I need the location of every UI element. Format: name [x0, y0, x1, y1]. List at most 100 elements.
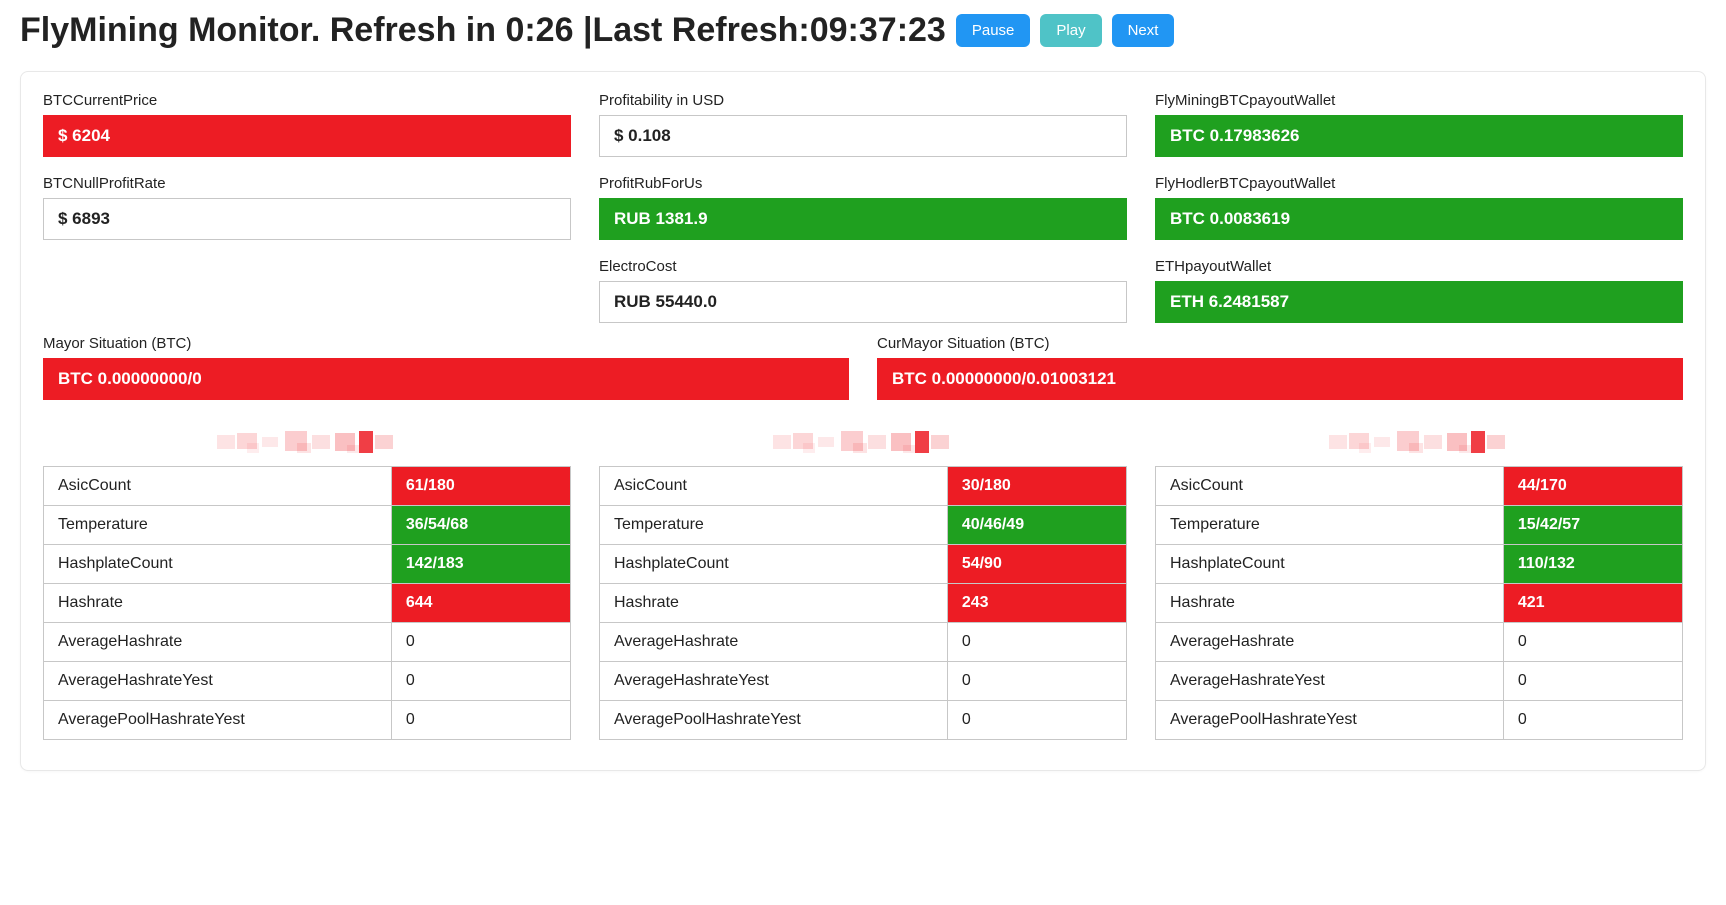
table-row: AsicCount30/180 [600, 466, 1127, 505]
miner-title [43, 428, 571, 456]
play-button[interactable]: Play [1040, 14, 1101, 47]
cur-mayor-situation-label: CurMayor Situation (BTC) [877, 335, 1683, 352]
metric-label: Hashrate [1156, 583, 1504, 622]
metric-value: 15/42/57 [1503, 505, 1682, 544]
metric-value: 44/170 [1503, 466, 1682, 505]
mayor-situation-value: BTC 0.00000000/0 [43, 358, 849, 400]
mayor-grid: Mayor Situation (BTC) BTC 0.00000000/0 C… [43, 335, 1683, 400]
metric-value: 110/132 [1503, 544, 1682, 583]
btc-null-profit-rate-label: BTCNullProfitRate [43, 175, 571, 192]
metric-value: 0 [391, 700, 570, 739]
miner-title [599, 428, 1127, 456]
metric-label: Temperature [1156, 505, 1504, 544]
table-row: HashplateCount142/183 [44, 544, 571, 583]
metric-value: 40/46/49 [947, 505, 1126, 544]
next-button[interactable]: Next [1112, 14, 1175, 47]
table-row: AveragePoolHashrateYest0 [44, 700, 571, 739]
table-row: AsicCount44/170 [1156, 466, 1683, 505]
mayor-situation-label: Mayor Situation (BTC) [43, 335, 849, 352]
table-row: Hashrate243 [600, 583, 1127, 622]
metric-label: AsicCount [1156, 466, 1504, 505]
metric-value: 421 [1503, 583, 1682, 622]
metric-label: AverageHashrateYest [44, 661, 392, 700]
table-row: Temperature40/46/49 [600, 505, 1127, 544]
table-row: AveragePoolHashrateYest0 [1156, 700, 1683, 739]
metric-value: 54/90 [947, 544, 1126, 583]
metric-label: AverageHashrateYest [600, 661, 948, 700]
table-row: Temperature15/42/57 [1156, 505, 1683, 544]
metric-value: 0 [947, 661, 1126, 700]
metric-value: 0 [1503, 622, 1682, 661]
eth-wallet-value: ETH 6.2481587 [1155, 281, 1683, 323]
metric-label: Temperature [600, 505, 948, 544]
metric-label: Temperature [44, 505, 392, 544]
metric-label: Hashrate [600, 583, 948, 622]
miner-grid: AsicCount61/180Temperature36/54/68Hashpl… [43, 428, 1683, 740]
metric-label: AsicCount [44, 466, 392, 505]
table-row: AveragePoolHashrateYest0 [600, 700, 1127, 739]
metric-value: 0 [947, 622, 1126, 661]
flymining-btc-wallet-label: FlyMiningBTCpayoutWallet [1155, 92, 1683, 109]
metric-value: 644 [391, 583, 570, 622]
metric-value: 0 [947, 700, 1126, 739]
miner-table: AsicCount44/170Temperature15/42/57Hashpl… [1155, 466, 1683, 740]
table-row: HashplateCount110/132 [1156, 544, 1683, 583]
metric-label: HashplateCount [1156, 544, 1504, 583]
table-row: AsicCount61/180 [44, 466, 571, 505]
table-row: AverageHashrate0 [44, 622, 571, 661]
redacted-title-icon [1319, 429, 1519, 455]
btc-current-price-value: $ 6204 [43, 115, 571, 157]
table-row: Hashrate421 [1156, 583, 1683, 622]
dashboard-panel: BTCCurrentPrice $ 6204 BTCNullProfitRate… [20, 71, 1706, 771]
btc-null-profit-rate-value: $ 6893 [43, 198, 571, 240]
profitability-usd-value: $ 0.108 [599, 115, 1127, 157]
eth-wallet-label: ETHpayoutWallet [1155, 258, 1683, 275]
metric-label: AveragePoolHashrateYest [600, 700, 948, 739]
electro-cost-value: RUB 55440.0 [599, 281, 1127, 323]
flyhodler-btc-wallet-label: FlyHodlerBTCpayoutWallet [1155, 175, 1683, 192]
redacted-title-icon [207, 429, 407, 455]
miner-table: AsicCount30/180Temperature40/46/49Hashpl… [599, 466, 1127, 740]
metric-value: 142/183 [391, 544, 570, 583]
pause-button[interactable]: Pause [956, 14, 1031, 47]
metric-label: AverageHashrate [1156, 622, 1504, 661]
page-title: FlyMining Monitor. Refresh in 0:26 |Last… [20, 10, 946, 51]
metric-label: HashplateCount [44, 544, 392, 583]
table-row: AverageHashrate0 [600, 622, 1127, 661]
page-header: FlyMining Monitor. Refresh in 0:26 |Last… [20, 10, 1706, 51]
table-row: HashplateCount54/90 [600, 544, 1127, 583]
miner-table: AsicCount61/180Temperature36/54/68Hashpl… [43, 466, 571, 740]
metric-label: AveragePoolHashrateYest [1156, 700, 1504, 739]
metric-value: 61/180 [391, 466, 570, 505]
metric-label: HashplateCount [600, 544, 948, 583]
metric-value: 0 [1503, 700, 1682, 739]
table-row: AverageHashrateYest0 [600, 661, 1127, 700]
profit-rub-for-us-label: ProfitRubForUs [599, 175, 1127, 192]
miner-title [1155, 428, 1683, 456]
flymining-btc-wallet-value: BTC 0.17983626 [1155, 115, 1683, 157]
stats-grid: BTCCurrentPrice $ 6204 BTCNullProfitRate… [43, 92, 1683, 323]
miner-column: AsicCount30/180Temperature40/46/49Hashpl… [599, 428, 1127, 740]
profitability-usd-label: Profitability in USD [599, 92, 1127, 109]
table-row: AverageHashrateYest0 [1156, 661, 1683, 700]
miner-column: AsicCount44/170Temperature15/42/57Hashpl… [1155, 428, 1683, 740]
metric-value: 0 [391, 622, 570, 661]
metric-label: AveragePoolHashrateYest [44, 700, 392, 739]
metric-value: 0 [391, 661, 570, 700]
table-row: Hashrate644 [44, 583, 571, 622]
metric-value: 30/180 [947, 466, 1126, 505]
miner-column: AsicCount61/180Temperature36/54/68Hashpl… [43, 428, 571, 740]
btc-current-price-label: BTCCurrentPrice [43, 92, 571, 109]
metric-label: AverageHashrate [44, 622, 392, 661]
cur-mayor-situation-value: BTC 0.00000000/0.01003121 [877, 358, 1683, 400]
table-row: Temperature36/54/68 [44, 505, 571, 544]
electro-cost-label: ElectroCost [599, 258, 1127, 275]
table-row: AverageHashrate0 [1156, 622, 1683, 661]
flyhodler-btc-wallet-value: BTC 0.0083619 [1155, 198, 1683, 240]
metric-value: 36/54/68 [391, 505, 570, 544]
table-row: AverageHashrateYest0 [44, 661, 571, 700]
profit-rub-for-us-value: RUB 1381.9 [599, 198, 1127, 240]
redacted-title-icon [763, 429, 963, 455]
metric-value: 0 [1503, 661, 1682, 700]
metric-label: AverageHashrate [600, 622, 948, 661]
